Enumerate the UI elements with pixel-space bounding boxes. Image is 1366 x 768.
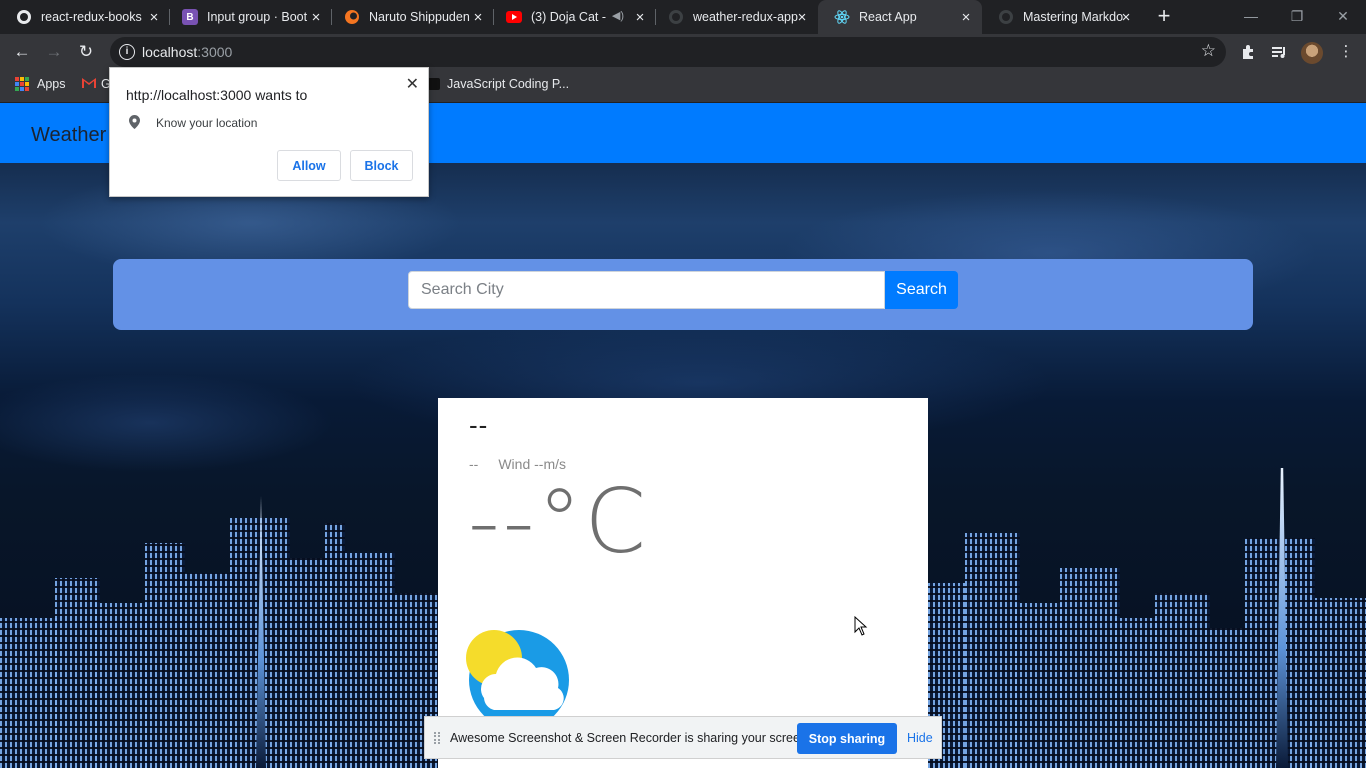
gmail-icon <box>82 77 96 91</box>
temperature: --°C <box>468 470 649 573</box>
location-permission-popup: ✕ http://localhost:3000 wants to Know yo… <box>109 67 429 197</box>
github-icon <box>668 9 684 25</box>
close-tab-icon[interactable]: × <box>146 9 162 26</box>
menu-kebab-icon[interactable]: ⋮ <box>1334 40 1358 64</box>
restore-icon[interactable]: ❐ <box>1274 4 1320 28</box>
crunchyroll-icon <box>344 9 360 25</box>
media-control-icon[interactable] <box>1267 40 1291 64</box>
speaker-icon[interactable]: ◀) <box>612 9 624 22</box>
close-tab-icon[interactable]: × <box>470 9 486 26</box>
partly-cloudy-icon <box>466 628 571 730</box>
block-button[interactable]: Block <box>350 150 413 181</box>
close-tab-icon[interactable]: × <box>632 9 648 26</box>
permission-title: http://localhost:3000 wants to <box>126 87 308 103</box>
permission-request: Know your location <box>156 116 258 130</box>
minimize-icon[interactable]: — <box>1228 4 1274 28</box>
close-tab-icon[interactable]: × <box>1118 9 1134 26</box>
page-viewport: Weather Search -- --Wind --m/s --°C <box>0 103 1366 768</box>
tab-doja-cat[interactable]: (3) Doja Cat - ◀) × <box>490 0 656 34</box>
hide-link[interactable]: Hide <box>907 731 933 745</box>
search-button[interactable]: Search <box>885 271 958 309</box>
close-tab-icon[interactable]: × <box>308 9 324 26</box>
bookmark-favicon-icon <box>428 78 440 90</box>
tab-input-group[interactable]: B Input group · Boot × <box>166 0 332 34</box>
tab-strip: react-redux-books × B Input group · Boot… <box>0 0 1366 34</box>
close-window-icon[interactable]: ✕ <box>1320 4 1366 28</box>
forward-icon[interactable]: → <box>40 38 68 66</box>
tab-naruto[interactable]: Naruto Shippuden × <box>328 0 494 34</box>
screen-sharing-bar: Awesome Screenshot & Screen Recorder is … <box>424 716 942 759</box>
app-brand[interactable]: Weather <box>31 124 106 147</box>
back-icon[interactable]: ← <box>8 38 36 66</box>
close-icon[interactable]: ✕ <box>406 74 419 94</box>
site-info-icon[interactable]: i <box>119 44 135 60</box>
bookmark-apps[interactable]: Apps <box>15 77 66 91</box>
bookmark-star-icon[interactable]: ☆ <box>1201 41 1216 61</box>
bootstrap-icon: B <box>182 9 198 25</box>
weather-card: -- -- Wind --m/s --°C <box>438 398 928 768</box>
tab-react-app[interactable]: React App × <box>818 0 982 34</box>
search-panel: Search <box>113 259 1253 330</box>
drag-handle-icon[interactable] <box>434 732 440 744</box>
stop-sharing-button[interactable]: Stop sharing <box>797 723 897 754</box>
youtube-icon <box>506 9 522 25</box>
tab-mastering-markdown[interactable]: Mastering Markdo × <box>982 0 1142 34</box>
search-city-input[interactable] <box>408 271 885 309</box>
reload-icon[interactable]: ↻ <box>72 38 100 66</box>
tab-react-redux-books[interactable]: react-redux-books × <box>0 0 170 34</box>
close-tab-icon[interactable]: × <box>958 9 974 26</box>
mouse-cursor-icon <box>854 616 868 636</box>
tab-weather-redux-app[interactable]: weather-redux-app × <box>652 0 818 34</box>
address-bar[interactable]: i localhost:3000 ☆ <box>110 37 1226 67</box>
browser-toolbar: ← → ↻ i localhost:3000 ☆ ⋮ <box>0 34 1366 70</box>
profile-avatar[interactable] <box>1301 42 1323 64</box>
location-pin-icon <box>129 115 140 129</box>
new-tab-icon[interactable]: + <box>1152 5 1176 29</box>
close-tab-icon[interactable]: × <box>794 9 810 26</box>
address-url[interactable]: localhost:3000 <box>142 44 232 60</box>
github-icon <box>998 9 1014 25</box>
city-name: -- <box>469 410 489 440</box>
extensions-icon[interactable] <box>1236 40 1260 64</box>
bookmark-javascript[interactable]: JavaScript Coding P... <box>428 77 569 91</box>
react-icon <box>834 9 850 25</box>
sharing-message: Awesome Screenshot & Screen Recorder is … <box>450 731 811 745</box>
apps-grid-icon <box>15 77 29 91</box>
bookmark-gmail[interactable]: G <box>82 77 111 91</box>
github-icon <box>16 9 32 25</box>
allow-button[interactable]: Allow <box>277 150 341 181</box>
